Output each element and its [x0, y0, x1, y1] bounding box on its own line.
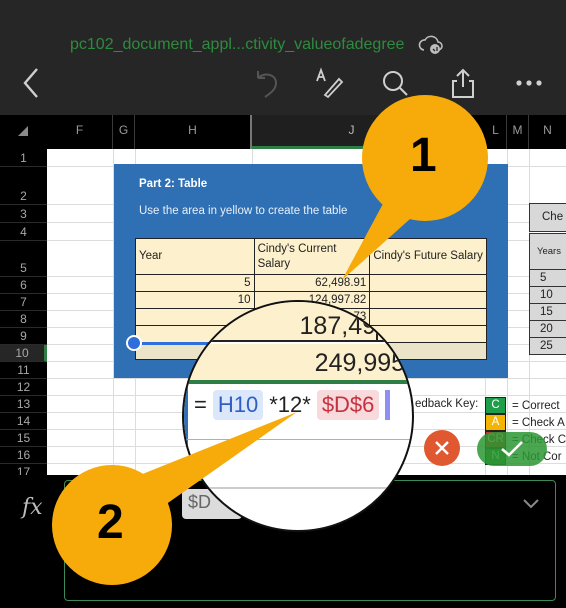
checkmark-icon	[501, 441, 523, 457]
column-header-h[interactable]: H	[135, 115, 252, 149]
confirm-button[interactable]	[477, 432, 547, 466]
column-header-n[interactable]: N	[529, 115, 566, 149]
check-table-title: Che	[529, 203, 566, 232]
row-header[interactable]: 12	[0, 379, 47, 396]
check-table: Years 5 10 15 20 25	[529, 233, 566, 355]
chevron-left-icon	[23, 68, 38, 98]
header-future-salary[interactable]: Cindy's Future Salary	[369, 238, 487, 275]
row-header[interactable]: 4	[0, 223, 47, 241]
panel-instruction: Use the area in yellow to create the tab…	[139, 205, 348, 217]
table-header-row: Year Cindy's Current Salary Cindy's Futu…	[135, 238, 487, 275]
row-header[interactable]: 7	[0, 294, 47, 311]
row-header[interactable]: 11	[0, 362, 47, 379]
selection-handle[interactable]	[126, 335, 142, 351]
select-all-icon	[18, 126, 28, 136]
formula-ref-d6: $D$6	[316, 390, 380, 420]
header-current-salary[interactable]: Cindy's Current Salary	[253, 238, 371, 275]
check-table-header: Years	[529, 233, 566, 270]
panel-title: Part 2: Table	[139, 178, 208, 190]
header-year[interactable]: Year	[135, 238, 255, 275]
table-row: 5 62,498.91	[135, 274, 487, 292]
draw-pen-icon	[316, 67, 344, 99]
share-button[interactable]	[446, 66, 480, 100]
undo-icon	[257, 71, 278, 98]
row-header[interactable]: 17	[0, 464, 47, 475]
cloud-sync-icon[interactable]	[418, 34, 444, 56]
check-year-cell[interactable]: 10	[529, 287, 566, 304]
row-header[interactable]: 6	[0, 277, 47, 294]
formula-equals: =	[194, 392, 207, 417]
row-header[interactable]: 14	[0, 413, 47, 430]
cell-current-salary[interactable]: 62,498.91	[253, 274, 371, 292]
magnified-value-row9: 187,49	[299, 312, 376, 340]
expand-formula-button[interactable]	[522, 497, 540, 515]
magnified-panel-edge	[184, 384, 188, 530]
feedback-swatch-correct: C	[485, 397, 506, 414]
feedback-key-label: edback Key:	[415, 398, 479, 410]
formula-operator: *12*	[269, 392, 311, 417]
formula-ref-h10: H10	[212, 390, 264, 420]
share-icon	[452, 68, 474, 98]
row-header[interactable]: 5	[0, 241, 47, 277]
function-icon[interactable]: fx	[22, 495, 43, 520]
check-year-cell[interactable]: 15	[529, 304, 566, 321]
feedback-key-item: A = Check A	[485, 414, 566, 431]
magnified-formula: = H10 *12* $D$6	[194, 390, 391, 420]
search-icon	[383, 71, 408, 96]
column-headers: F G H J L M N	[0, 115, 566, 149]
magnified-selection-border	[184, 380, 412, 384]
row-header[interactable]: 3	[0, 205, 47, 223]
feedback-swatch-check-a: A	[485, 414, 506, 431]
callout-number-1: 1	[410, 129, 437, 182]
row-header[interactable]: 8	[0, 311, 47, 328]
row-header[interactable]: 2	[0, 167, 47, 205]
column-header-m[interactable]: M	[507, 115, 529, 149]
magnified-cell-border	[376, 302, 378, 342]
feedback-text: = Correct	[512, 399, 560, 412]
magnified-gridline	[184, 487, 412, 489]
back-button[interactable]	[14, 66, 48, 100]
more-icon	[516, 80, 542, 86]
text-cursor	[385, 390, 391, 420]
cancel-icon	[435, 441, 449, 455]
column-header-l[interactable]: L	[485, 115, 507, 149]
row-header[interactable]: 13	[0, 396, 47, 413]
column-header-g[interactable]: G	[113, 115, 135, 149]
feedback-key-item: C = Correct	[485, 397, 566, 414]
check-year-cell[interactable]: 5	[529, 270, 566, 287]
document-title[interactable]: pc102_document_appl...ctivity_valueofade…	[70, 36, 404, 54]
row-header[interactable]: 1	[0, 149, 47, 167]
callout-number-2: 2	[97, 496, 124, 549]
select-all-corner[interactable]	[0, 115, 47, 149]
draw-button[interactable]	[313, 66, 347, 100]
magnified-value-row10: 249,995.	[314, 349, 412, 377]
column-header-f[interactable]: F	[47, 115, 113, 149]
more-button[interactable]	[512, 66, 546, 100]
row-header[interactable]: 9	[0, 328, 47, 345]
magnified-view: 187,49 249,995. = H10 *12* $D$6	[184, 302, 412, 530]
cell-future-salary[interactable]	[369, 274, 487, 292]
cell-year[interactable]: 5	[135, 274, 255, 292]
cancel-button[interactable]	[424, 430, 460, 466]
undo-button[interactable]	[250, 66, 284, 100]
search-button[interactable]	[378, 66, 412, 100]
magnified-gridline	[184, 439, 412, 440]
top-toolbar: pc102_document_appl...ctivity_valueofade…	[0, 0, 566, 115]
check-year-cell[interactable]: 20	[529, 321, 566, 338]
row-header[interactable]: 16	[0, 447, 47, 464]
check-year-cell[interactable]: 25	[529, 338, 566, 355]
magnifier-loupe: 187,49 249,995. = H10 *12* $D$6	[182, 300, 414, 532]
row-headers: 1 2 3 4 5 6 7 8 9 10 11 12 13 14 15 16 1…	[0, 149, 47, 475]
feedback-text: = Check A	[512, 416, 565, 429]
row-header[interactable]: 15	[0, 430, 47, 447]
row-header-selected[interactable]: 10	[0, 345, 47, 362]
title-area: pc102_document_appl...ctivity_valueofade…	[70, 34, 444, 56]
chevron-down-icon	[523, 499, 539, 509]
